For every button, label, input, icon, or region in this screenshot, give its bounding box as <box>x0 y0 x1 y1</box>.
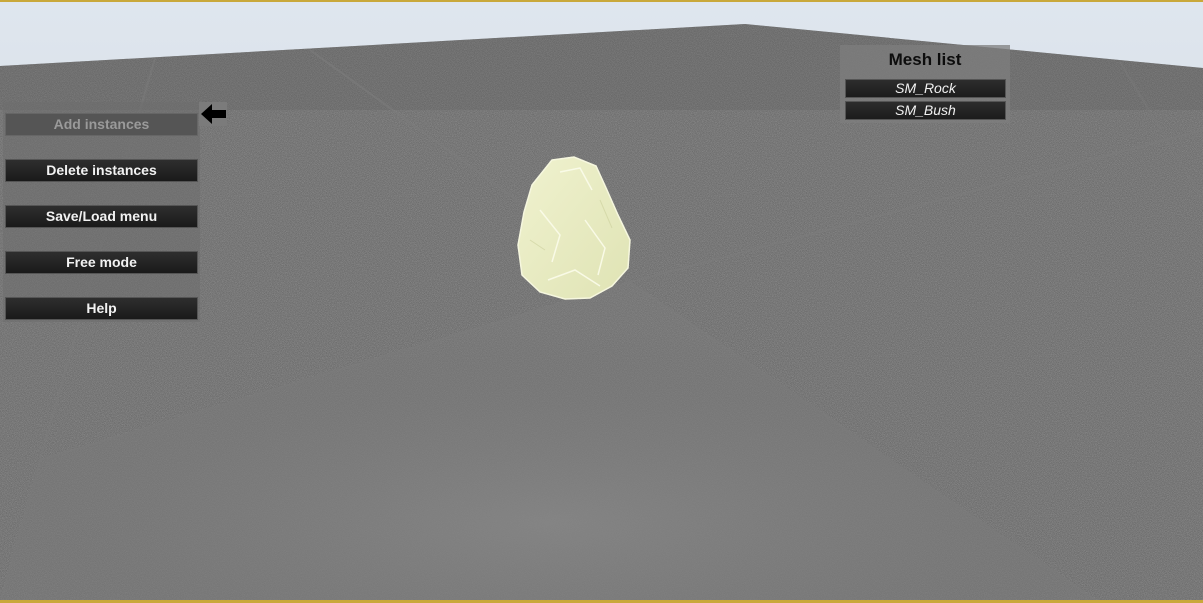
add-instances-button[interactable]: Add instances <box>5 113 198 136</box>
mesh-list-title: Mesh list <box>888 50 962 69</box>
frame-border-top <box>0 0 1203 2</box>
mesh-list-panel: Mesh list SM_Rock SM_Bush <box>840 45 1010 123</box>
delete-instances-button[interactable]: Delete instances <box>5 159 198 182</box>
free-mode-button[interactable]: Free mode <box>5 251 198 274</box>
arrow-left-icon <box>199 102 227 126</box>
viewport[interactable]: Add instances Delete instances Save/Load… <box>0 0 1203 603</box>
mesh-item-sm-bush[interactable]: SM_Bush <box>845 101 1006 120</box>
save-load-menu-button[interactable]: Save/Load menu <box>5 205 198 228</box>
help-button[interactable]: Help <box>5 297 198 320</box>
mesh-item-sm-rock[interactable]: SM_Rock <box>845 79 1006 98</box>
side-menu: Add instances Delete instances Save/Load… <box>3 102 200 322</box>
